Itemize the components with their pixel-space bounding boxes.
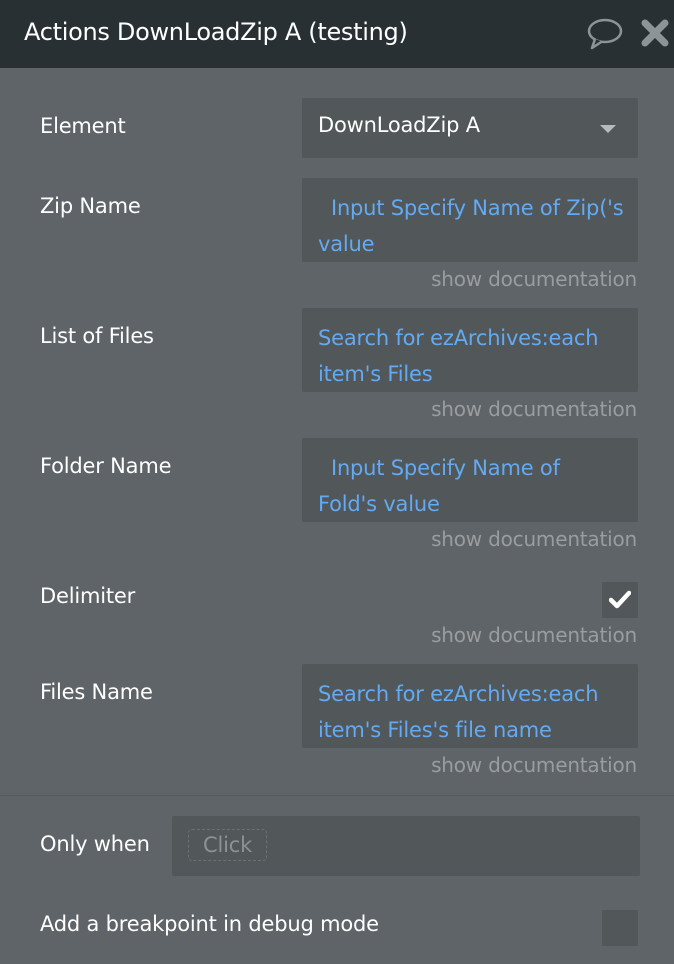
folder-name-label: Folder Name	[40, 454, 172, 478]
zip-name-show-documentation-link[interactable]: show documentation	[431, 267, 637, 291]
section-divider	[0, 795, 674, 796]
files-name-label: Files Name	[40, 680, 153, 704]
folder-name-show-documentation-link[interactable]: show documentation	[431, 527, 637, 551]
only-when-label: Only when	[40, 832, 150, 856]
files-name-show-documentation-link[interactable]: show documentation	[431, 753, 637, 777]
only-when-condition-field[interactable]: Click	[172, 816, 640, 876]
files-name-expression-field[interactable]: Search for ezArchives:each item's Files'…	[302, 664, 638, 748]
panel-title: Actions DownLoadZip A (testing)	[24, 18, 408, 46]
delimiter-checkbox[interactable]	[602, 582, 638, 618]
zip-name-expression-field[interactable]: Input Specify Name of Zip('s value	[302, 178, 638, 262]
comment-icon[interactable]	[585, 17, 625, 51]
zip-name-label: Zip Name	[40, 194, 141, 218]
chevron-down-icon	[600, 125, 616, 133]
only-when-placeholder[interactable]: Click	[188, 829, 268, 861]
delimiter-label: Delimiter	[40, 584, 136, 608]
list-of-files-show-documentation-link[interactable]: show documentation	[431, 397, 637, 421]
element-label: Element	[40, 114, 126, 138]
breakpoint-checkbox[interactable]	[602, 910, 638, 946]
element-dropdown-value: DownLoadZip A	[318, 113, 480, 137]
list-of-files-label: List of Files	[40, 324, 154, 348]
checkmark-icon	[609, 590, 631, 609]
breakpoint-label: Add a breakpoint in debug mode	[40, 912, 379, 936]
element-dropdown[interactable]: DownLoadZip A	[302, 98, 638, 158]
action-properties-panel: Actions DownLoadZip A (testing) Element …	[0, 0, 674, 964]
folder-name-expression-field[interactable]: Input Specify Name of Fold's value	[302, 438, 638, 522]
panel-header[interactable]: Actions DownLoadZip A (testing)	[0, 0, 674, 68]
close-icon[interactable]	[640, 18, 670, 48]
list-of-files-expression-field[interactable]: Search for ezArchives:each item's Files	[302, 308, 638, 392]
delimiter-show-documentation-link[interactable]: show documentation	[431, 623, 637, 647]
